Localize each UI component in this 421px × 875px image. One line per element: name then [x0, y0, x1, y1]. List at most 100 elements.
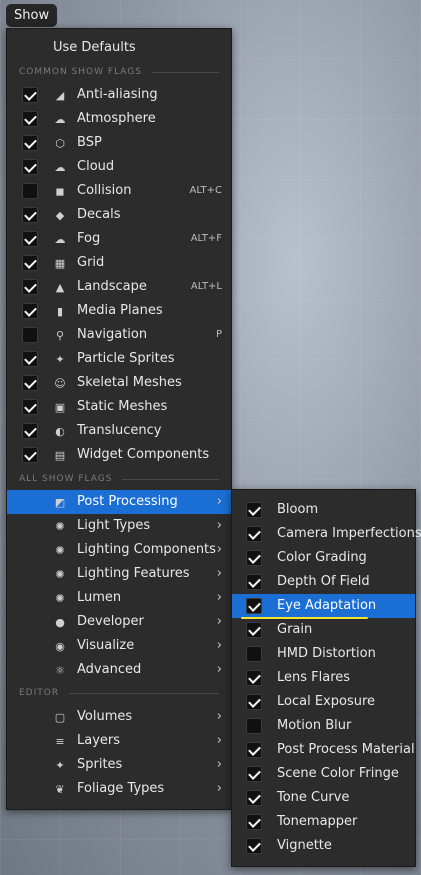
- flag-static-meshes[interactable]: ▣ Static Meshes: [7, 395, 231, 419]
- flag-collision[interactable]: ◼ Collision ALT+C: [7, 179, 231, 203]
- pp-flag-scene-color-fringe[interactable]: Scene Color Fringe: [232, 762, 415, 786]
- checkbox[interactable]: [22, 87, 38, 103]
- menu-item-label: Layers: [77, 733, 121, 748]
- menu-item-label: Lumen: [77, 590, 122, 605]
- cloud-icon: ☁: [54, 160, 66, 174]
- checkbox[interactable]: [246, 574, 262, 590]
- flag-skeletal-meshes[interactable]: ☺ Skeletal Meshes: [7, 371, 231, 395]
- checkbox[interactable]: [22, 351, 38, 367]
- flag-particle-sprites[interactable]: ✦ Particle Sprites: [7, 347, 231, 371]
- checkbox[interactable]: [22, 111, 38, 127]
- checkbox[interactable]: [22, 447, 38, 463]
- checkbox[interactable]: [22, 231, 38, 247]
- checkbox[interactable]: [246, 694, 262, 710]
- pp-flag-bloom[interactable]: Bloom: [232, 498, 415, 522]
- checkbox[interactable]: [22, 423, 38, 439]
- flag-grid[interactable]: ▦ Grid: [7, 251, 231, 275]
- checkbox[interactable]: [246, 622, 262, 638]
- flag-fog[interactable]: ☁ Fog ALT+F: [7, 227, 231, 251]
- menu-item-label: Camera Imperfections: [277, 526, 421, 541]
- checkbox[interactable]: [246, 766, 262, 782]
- menu-item-label: Atmosphere: [77, 111, 156, 126]
- pp-flag-lens-flares[interactable]: Lens Flares: [232, 666, 415, 690]
- pp-flag-eye-adaptation[interactable]: Eye Adaptation: [232, 594, 415, 618]
- show-button[interactable]: Show: [6, 4, 58, 27]
- submenu-lumen[interactable]: ✺ Lumen ›: [7, 586, 231, 610]
- checkbox[interactable]: [246, 814, 262, 830]
- flag-widget-components[interactable]: ▤ Widget Components: [7, 443, 231, 467]
- pp-flag-camera-imperfections[interactable]: Camera Imperfections: [232, 522, 421, 546]
- checkbox[interactable]: [22, 135, 38, 151]
- checkbox[interactable]: [246, 718, 262, 734]
- submenu-visualize[interactable]: ◉ Visualize ›: [7, 634, 231, 658]
- pp-flag-tone-curve[interactable]: Tone Curve: [232, 786, 415, 810]
- flag-translucency[interactable]: ◐ Translucency: [7, 419, 231, 443]
- menu-item-label: Decals: [77, 207, 121, 222]
- checkbox[interactable]: [22, 207, 38, 223]
- editor-sprites[interactable]: ✦ Sprites ›: [7, 753, 231, 777]
- flag-anti-aliasing[interactable]: ◢ Anti-aliasing: [7, 83, 231, 107]
- checkbox[interactable]: [22, 159, 38, 175]
- editor-volumes[interactable]: ▢ Volumes ›: [7, 705, 231, 729]
- pp-flag-color-grading[interactable]: Color Grading: [232, 546, 415, 570]
- flag-bsp[interactable]: ⬡ BSP: [7, 131, 231, 155]
- section-common-label: COMMON SHOW FLAGS: [19, 67, 142, 77]
- checkbox[interactable]: [22, 327, 38, 343]
- pp-flag-motion-blur[interactable]: Motion Blur: [232, 714, 415, 738]
- flag-landscape[interactable]: ▲ Landscape ALT+L: [7, 275, 231, 299]
- submenu-advanced[interactable]: ⚛ Advanced ›: [7, 658, 231, 682]
- checkbox[interactable]: [246, 838, 262, 854]
- checkbox[interactable]: [22, 183, 38, 199]
- checkbox[interactable]: [246, 742, 262, 758]
- menu-item-label: Lighting Components: [77, 542, 216, 557]
- flag-navigation[interactable]: ⚲ Navigation P: [7, 323, 231, 347]
- submenu-lighting-components[interactable]: ✺ Lighting Components ›: [7, 538, 231, 562]
- checkbox[interactable]: [246, 598, 262, 614]
- shortcut-label: ALT+F: [190, 233, 222, 244]
- flag-cloud[interactable]: ☁ Cloud: [7, 155, 231, 179]
- checkbox[interactable]: [246, 646, 262, 662]
- checkbox[interactable]: [22, 255, 38, 271]
- menu-item-label: BSP: [77, 135, 102, 150]
- editor-layers[interactable]: ≡ Layers ›: [7, 729, 231, 753]
- checkbox[interactable]: [22, 279, 38, 295]
- flag-decals[interactable]: ◆ Decals: [7, 203, 231, 227]
- use-defaults-item[interactable]: Use Defaults: [7, 36, 231, 60]
- pp-flag-vignette[interactable]: Vignette: [232, 834, 415, 858]
- annotation-underline: [241, 617, 368, 619]
- section-editor-label: EDITOR: [19, 688, 60, 698]
- post-processing-submenu: Bloom Camera Imperfections Color Grading De…: [231, 489, 421, 867]
- collision-icon: ◼: [55, 184, 65, 198]
- menu-item-label: Lighting Features: [77, 566, 190, 581]
- pp-flag-local-exposure[interactable]: Local Exposure: [232, 690, 415, 714]
- submenu-post-processing[interactable]: ◩ Post Processing ›: [7, 490, 231, 514]
- checkbox[interactable]: [246, 670, 262, 686]
- pp-flag-post-process-material[interactable]: Post Process Material: [232, 738, 415, 762]
- pp-flag-depth-of-field[interactable]: Depth Of Field: [232, 570, 415, 594]
- menu-item-label: Static Meshes: [77, 399, 168, 414]
- checkbox[interactable]: [246, 502, 262, 518]
- checkbox[interactable]: [246, 526, 262, 542]
- pp-flag-grain[interactable]: Grain: [232, 618, 415, 642]
- chevron-right-icon: ›: [216, 566, 222, 581]
- decals-icon: ◆: [55, 208, 65, 222]
- checkbox[interactable]: [22, 399, 38, 415]
- flag-atmosphere[interactable]: ☁ Atmosphere: [7, 107, 231, 131]
- menu-item-label: Collision: [77, 183, 132, 198]
- editor-foliage-types[interactable]: ❦ Foliage Types ›: [7, 777, 231, 801]
- checkbox[interactable]: [22, 303, 38, 319]
- submenu-light-types[interactable]: ✺ Light Types ›: [7, 514, 231, 538]
- submenu-developer[interactable]: ● Developer ›: [7, 610, 231, 634]
- menu-item-label: Motion Blur: [277, 718, 352, 733]
- menu-item-label: Media Planes: [77, 303, 163, 318]
- skeletal-meshes-icon: ☺: [54, 376, 66, 390]
- flag-media-planes[interactable]: ▮ Media Planes: [7, 299, 231, 323]
- checkbox[interactable]: [246, 550, 262, 566]
- pp-flag-hmd-distortion[interactable]: HMD Distortion: [232, 642, 415, 666]
- checkbox[interactable]: [246, 790, 262, 806]
- static-meshes-icon: ▣: [54, 400, 66, 414]
- pp-flag-tonemapper[interactable]: Tonemapper: [232, 810, 415, 834]
- chevron-right-icon: ›: [216, 494, 222, 509]
- submenu-lighting-features[interactable]: ✺ Lighting Features ›: [7, 562, 231, 586]
- checkbox[interactable]: [22, 375, 38, 391]
